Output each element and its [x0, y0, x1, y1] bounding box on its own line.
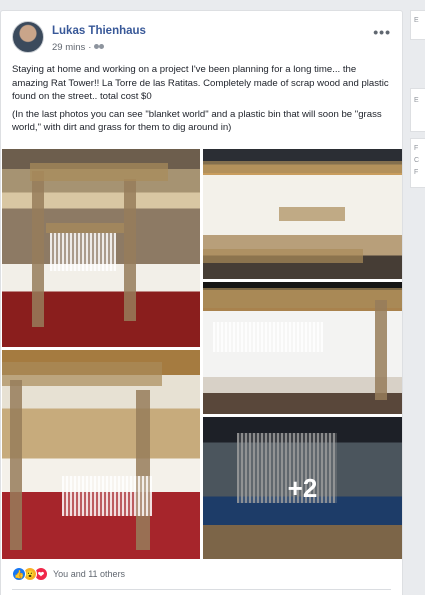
friends-icon[interactable] [94, 43, 104, 52]
photo-2[interactable] [203, 149, 402, 279]
right-card-letter: F [414, 145, 419, 152]
photo-grid: +2 [2, 149, 402, 559]
post-paragraph: Staying at home and working on a project… [12, 64, 389, 102]
divider [12, 589, 391, 590]
meta-separator: · [88, 42, 92, 53]
right-card-letter: C [414, 157, 420, 164]
right-card-letter: F [414, 169, 419, 176]
post-paragraph: (In the last photos you can see "blanket… [12, 108, 382, 134]
right-card: F C F [410, 138, 425, 188]
right-rail: E E F C F [410, 10, 425, 595]
post-text: Staying at home and working on a project… [12, 63, 394, 139]
more-photos-count[interactable]: +2 [203, 417, 402, 559]
right-card: E [410, 10, 425, 40]
more-options-icon[interactable]: ••• [373, 24, 391, 40]
photo-5[interactable]: +2 [203, 417, 402, 559]
post-meta: 29 mins · [52, 42, 104, 53]
post-header: Lukas Thienhaus 29 mins · ••• [12, 21, 394, 57]
right-card-letter: E [414, 97, 419, 104]
reactions-bar[interactable]: 👍 😮 ❤ You and 11 others [12, 566, 125, 582]
post-card: Lukas Thienhaus 29 mins · ••• Staying at… [0, 10, 403, 595]
post-time[interactable]: 29 mins [52, 42, 85, 53]
right-card-letter: E [414, 17, 419, 24]
right-card: E [410, 88, 425, 132]
author-name[interactable]: Lukas Thienhaus [52, 25, 146, 37]
like-icon: 👍 [12, 567, 26, 581]
photo-1[interactable] [2, 149, 200, 347]
reactions-summary[interactable]: You and 11 others [53, 569, 125, 579]
photo-4[interactable] [2, 350, 200, 559]
photo-3[interactable] [203, 282, 402, 414]
avatar[interactable] [12, 21, 44, 53]
